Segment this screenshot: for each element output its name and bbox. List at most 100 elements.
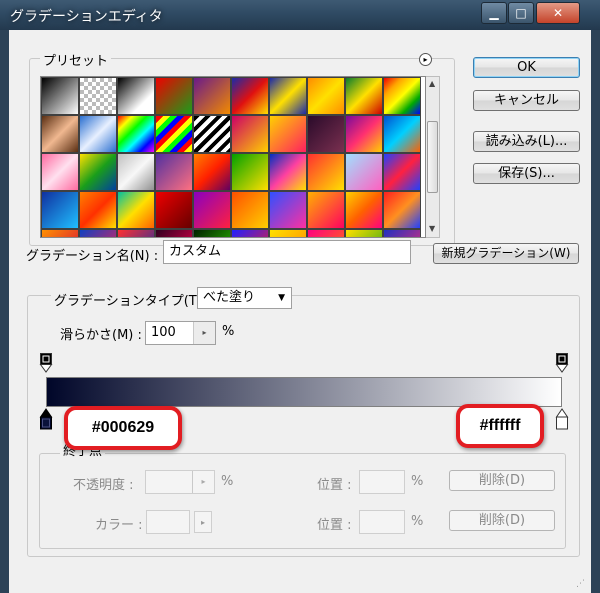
gradient-name-input[interactable]: カスタム bbox=[163, 240, 411, 264]
opacity-label: 不透明度 : bbox=[73, 478, 134, 493]
preset-swatch[interactable] bbox=[345, 191, 383, 229]
preset-swatch[interactable] bbox=[41, 229, 79, 237]
preset-swatch-grid[interactable] bbox=[40, 76, 426, 238]
preset-swatch[interactable] bbox=[269, 153, 307, 191]
preset-swatch[interactable] bbox=[117, 153, 155, 191]
preset-swatch[interactable] bbox=[231, 191, 269, 229]
color-stop-left-icon[interactable] bbox=[39, 407, 53, 431]
gradient-type-select[interactable]: べた塗り ▼ bbox=[197, 287, 292, 309]
new-gradient-button[interactable]: 新規グラデーション(W) bbox=[433, 243, 579, 264]
preset-swatch[interactable] bbox=[117, 229, 155, 237]
color-swatch[interactable] bbox=[146, 510, 190, 534]
gradient-preview-bar[interactable] bbox=[46, 377, 562, 407]
preset-swatch[interactable] bbox=[79, 191, 117, 229]
preset-swatch[interactable] bbox=[155, 77, 193, 115]
opacity-position-unit: % bbox=[411, 474, 424, 489]
opacity-unit: % bbox=[221, 474, 234, 489]
color-delete-button[interactable]: 削除(D) bbox=[449, 510, 555, 531]
preset-swatch[interactable] bbox=[79, 77, 117, 115]
preset-swatch[interactable] bbox=[307, 229, 345, 237]
color-stop-right-icon[interactable] bbox=[555, 407, 569, 431]
preset-swatch[interactable] bbox=[41, 153, 79, 191]
opacity-position-input[interactable] bbox=[359, 470, 405, 494]
preset-swatch[interactable] bbox=[193, 191, 231, 229]
preset-swatch[interactable] bbox=[117, 115, 155, 153]
preset-swatch[interactable] bbox=[79, 115, 117, 153]
title-bar: グラデーションエディタ ▁ □ ✕ bbox=[0, 0, 600, 30]
opacity-stop-left-icon[interactable] bbox=[39, 352, 53, 376]
preset-swatch[interactable] bbox=[155, 153, 193, 191]
preset-swatch[interactable] bbox=[117, 77, 155, 115]
preset-swatch[interactable] bbox=[345, 153, 383, 191]
gradient-type-label: グラデーションタイプ(T) : bbox=[51, 290, 214, 309]
preset-swatch[interactable] bbox=[155, 229, 193, 237]
preset-swatch[interactable] bbox=[269, 191, 307, 229]
preset-swatch[interactable] bbox=[41, 77, 79, 115]
cancel-button[interactable]: キャンセル bbox=[473, 90, 580, 111]
load-button[interactable]: 読み込み(L)... bbox=[473, 131, 580, 152]
preset-swatch[interactable] bbox=[269, 77, 307, 115]
maximize-button[interactable]: □ bbox=[508, 2, 534, 24]
close-button[interactable]: ✕ bbox=[536, 2, 580, 24]
color-position-input[interactable] bbox=[359, 510, 405, 534]
scrollbar-thumb[interactable] bbox=[427, 121, 438, 193]
smoothness-label: 滑らかさ(M) : bbox=[60, 328, 142, 343]
smoothness-input[interactable]: 100 ▸ bbox=[145, 321, 216, 345]
preset-swatch[interactable] bbox=[41, 191, 79, 229]
preset-swatch[interactable] bbox=[269, 229, 307, 237]
preset-swatch[interactable] bbox=[117, 191, 155, 229]
preset-swatch[interactable] bbox=[383, 153, 421, 191]
preset-swatch[interactable] bbox=[345, 229, 383, 237]
gradient-type-value: べた塗り bbox=[203, 290, 256, 305]
save-button[interactable]: 保存(S)... bbox=[473, 163, 580, 184]
smoothness-spin-icon[interactable]: ▸ bbox=[193, 322, 215, 344]
preset-scrollbar[interactable]: ▲ ▼ bbox=[426, 76, 440, 238]
preset-swatch[interactable] bbox=[269, 115, 307, 153]
preset-swatch[interactable] bbox=[155, 191, 193, 229]
opacity-stop-right-icon[interactable] bbox=[555, 352, 569, 376]
preset-swatch[interactable] bbox=[79, 153, 117, 191]
window-title: グラデーションエディタ bbox=[10, 9, 163, 25]
preset-swatch[interactable] bbox=[383, 77, 421, 115]
preset-swatch[interactable] bbox=[307, 77, 345, 115]
gradient-name-label: グラデーション名(N) : bbox=[26, 249, 159, 264]
opacity-input[interactable]: ▸ bbox=[145, 470, 215, 494]
presets-label: プリセット bbox=[40, 50, 112, 69]
preset-swatch[interactable] bbox=[193, 229, 231, 237]
opacity-delete-button[interactable]: 削除(D) bbox=[449, 470, 555, 491]
opacity-spin-icon[interactable]: ▸ bbox=[192, 471, 214, 493]
preset-swatch[interactable] bbox=[307, 153, 345, 191]
color-position-label: 位置 : bbox=[317, 518, 352, 533]
scroll-up-icon[interactable]: ▲ bbox=[429, 79, 435, 88]
preset-swatch[interactable] bbox=[231, 115, 269, 153]
preset-swatch[interactable] bbox=[383, 229, 421, 237]
preset-menu-icon[interactable]: ▸ bbox=[419, 53, 432, 66]
preset-swatch[interactable] bbox=[383, 115, 421, 153]
preset-swatch[interactable] bbox=[193, 153, 231, 191]
scroll-down-icon[interactable]: ▼ bbox=[429, 224, 435, 233]
preset-swatch[interactable] bbox=[307, 115, 345, 153]
preset-swatch[interactable] bbox=[345, 115, 383, 153]
preset-swatch[interactable] bbox=[231, 153, 269, 191]
preset-swatch[interactable] bbox=[383, 191, 421, 229]
preset-swatch[interactable] bbox=[155, 115, 193, 153]
smoothness-value: 100 bbox=[151, 325, 176, 340]
start-color-callout: #000629 bbox=[64, 406, 182, 450]
preset-swatch[interactable] bbox=[41, 115, 79, 153]
preset-swatch[interactable] bbox=[193, 115, 231, 153]
stops-group bbox=[39, 453, 566, 549]
smoothness-unit: % bbox=[222, 324, 235, 339]
window-frame-left bbox=[0, 30, 9, 593]
preset-swatch[interactable] bbox=[193, 77, 231, 115]
preset-swatch[interactable] bbox=[79, 229, 117, 237]
minimize-button[interactable]: ▁ bbox=[481, 2, 507, 24]
preset-swatch[interactable] bbox=[307, 191, 345, 229]
preset-swatch[interactable] bbox=[345, 77, 383, 115]
preset-swatch[interactable] bbox=[231, 229, 269, 237]
preset-swatch[interactable] bbox=[231, 77, 269, 115]
end-color-callout: #ffffff bbox=[456, 404, 544, 448]
color-picker-arrow-icon[interactable]: ▸ bbox=[194, 511, 212, 533]
ok-button[interactable]: OK bbox=[473, 57, 580, 78]
window-frame-right bbox=[591, 30, 600, 593]
resize-grip-icon[interactable]: ⋰ bbox=[576, 579, 585, 589]
